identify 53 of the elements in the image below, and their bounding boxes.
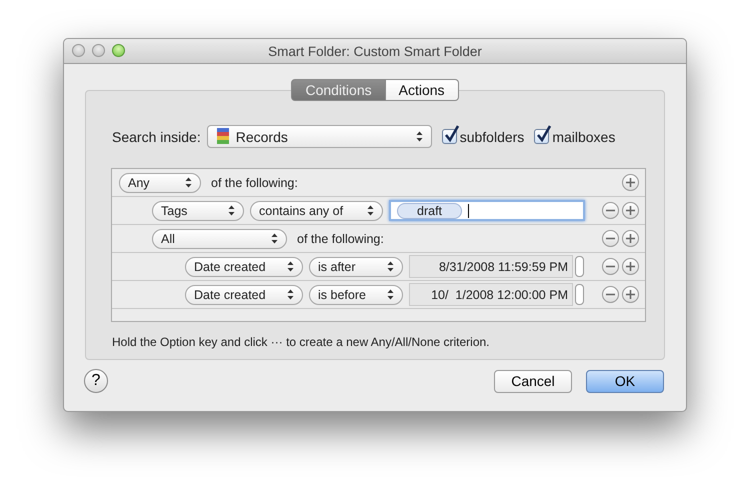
of-the-following-label: of the following: — [211, 176, 298, 190]
plus-icon — [626, 234, 635, 243]
dialog-button[interactable]: Cancel — [494, 370, 572, 392]
popup-button[interactable]: Date created — [185, 284, 303, 304]
plus-icon — [626, 262, 635, 271]
checkbox[interactable]: mailboxes — [534, 128, 616, 144]
up-down-arrows-icon — [387, 261, 394, 272]
stepper-control[interactable] — [575, 256, 584, 277]
plus-icon — [626, 178, 635, 187]
checkbox[interactable]: subfolders — [442, 128, 524, 144]
popup-button[interactable]: contains any of — [250, 200, 383, 220]
remove-button[interactable] — [602, 202, 619, 219]
remove-button[interactable] — [602, 286, 619, 303]
add-button[interactable] — [622, 258, 639, 275]
database-popup[interactable]: Records — [206, 125, 432, 148]
up-down-arrows-icon — [271, 233, 278, 244]
popup-button[interactable]: Date created — [185, 256, 303, 276]
checkmark-icon — [536, 125, 552, 143]
date-field[interactable]: 10/ 1/2008 12:00:00 PM — [409, 283, 573, 306]
tag-token[interactable]: draft — [397, 202, 462, 218]
remove-button[interactable] — [602, 258, 619, 275]
up-down-arrows-icon — [287, 261, 294, 272]
remove-button[interactable] — [602, 230, 619, 247]
hint-text: Hold the Option key and click ··· to create a new Any/All/None criterion. — [112, 335, 491, 349]
checkmark-icon — [444, 125, 460, 143]
up-down-arrows-icon — [367, 205, 374, 216]
token-field[interactable]: draft — [389, 200, 585, 221]
up-down-arrows-icon — [416, 131, 423, 142]
up-down-arrows-icon — [287, 289, 294, 300]
add-button[interactable] — [622, 286, 639, 303]
database-icon — [216, 128, 230, 145]
add-button[interactable] — [622, 202, 639, 219]
zoom-icon[interactable] — [112, 44, 125, 57]
stepper-control[interactable] — [575, 284, 584, 305]
up-down-arrows-icon — [387, 289, 394, 300]
popup-button[interactable]: is before — [309, 284, 403, 304]
tab[interactable]: Actions — [386, 79, 459, 101]
date-field[interactable]: 8/31/2008 11:59:59 PM — [409, 255, 573, 278]
plus-icon — [626, 206, 635, 215]
search-inside-label: Search inside: — [112, 128, 201, 144]
of-the-following-label: of the following: — [297, 232, 384, 246]
popup-button[interactable]: Any — [119, 172, 201, 192]
popup-button[interactable]: All — [152, 228, 287, 248]
add-button[interactable] — [622, 230, 639, 247]
help-button[interactable]: ? — [84, 369, 108, 393]
plus-icon — [626, 290, 635, 299]
up-down-arrows-icon — [228, 205, 235, 216]
dialog-button[interactable]: OK — [586, 370, 664, 392]
popup-button[interactable]: is after — [309, 256, 403, 276]
up-down-arrows-icon — [185, 177, 192, 188]
window-title: Smart Folder: Custom Smart Folder — [268, 44, 482, 58]
add-button[interactable] — [622, 174, 639, 191]
popup-button[interactable]: Tags — [152, 200, 244, 220]
